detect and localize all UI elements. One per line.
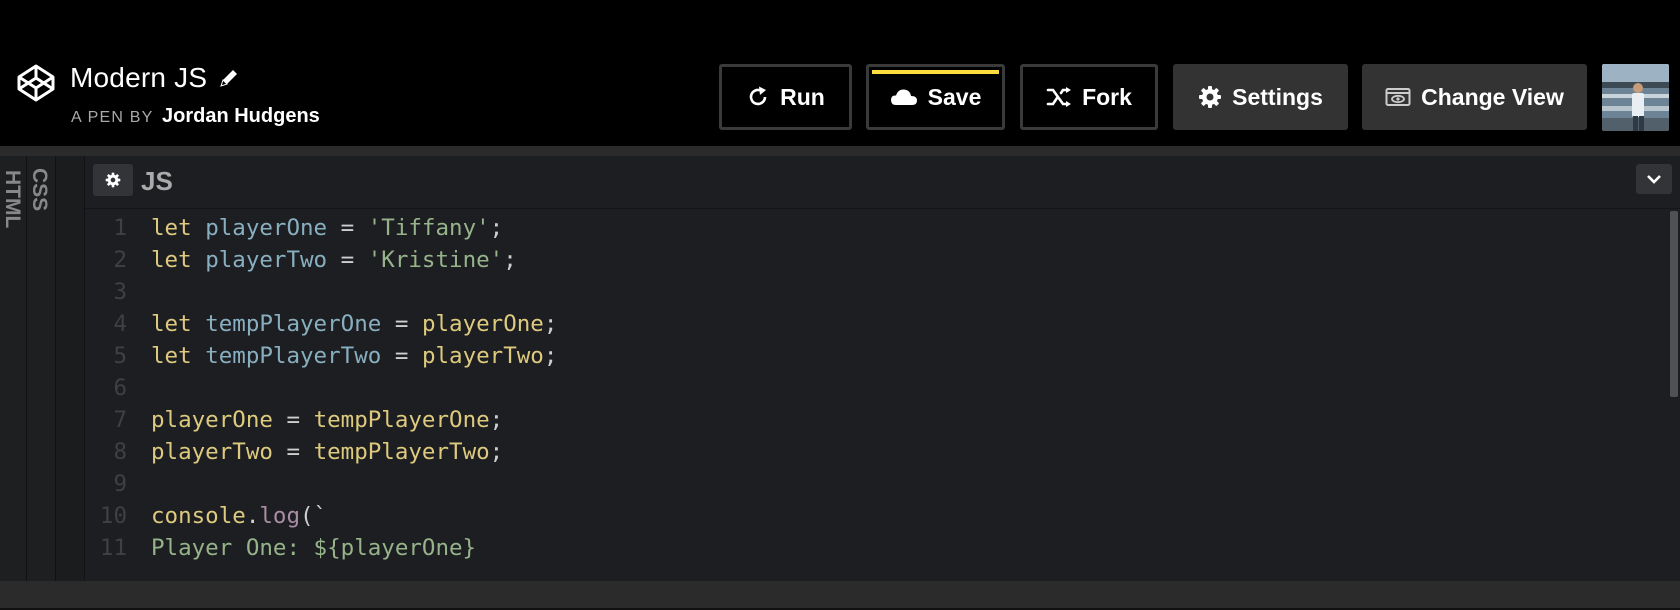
code-token: = <box>327 215 368 241</box>
cloud-icon <box>890 89 917 105</box>
code-token: ; <box>489 439 504 465</box>
line-number: 1 <box>113 215 127 241</box>
chevron-down-icon <box>1647 175 1661 184</box>
fork-button[interactable]: Fork <box>1020 64 1158 130</box>
code-token: ; <box>543 311 558 337</box>
code-token: let <box>151 311 192 337</box>
code-token: playerTwo <box>205 247 328 273</box>
code-token: log <box>259 503 301 529</box>
html-panel-label[interactable]: HTML <box>0 170 24 228</box>
header: Modern JS A PEN BY Jordan Hudgens Run Sa… <box>0 0 1680 146</box>
code-token: tempPlayerOne <box>205 311 382 337</box>
author-link[interactable]: Jordan Hudgens <box>162 105 320 127</box>
pencil-icon[interactable] <box>217 66 241 90</box>
settings-label: Settings <box>1232 83 1323 110</box>
code-token: tempPlayerTwo <box>313 439 490 465</box>
line-number: 11 <box>99 535 127 561</box>
js-panel-options-button[interactable] <box>1636 164 1672 194</box>
scrollbar-thumb[interactable] <box>1670 211 1678 397</box>
code-token: = <box>381 311 422 337</box>
avatar[interactable] <box>1602 64 1669 131</box>
line-number: 10 <box>99 503 127 529</box>
code-line[interactable]: 4 let tempPlayerOne = playerOne; <box>85 307 557 341</box>
pen-title-row: Modern JS <box>70 62 241 94</box>
line-number: 9 <box>113 471 127 497</box>
line-number: 4 <box>113 311 127 337</box>
code-token: let <box>151 215 192 241</box>
fork-label: Fork <box>1082 83 1132 110</box>
line-number: 8 <box>113 439 127 465</box>
eye-icon <box>1385 88 1411 106</box>
code-token: playerOne <box>421 311 544 337</box>
code-token: playerOne <box>151 407 273 433</box>
line-number: 3 <box>113 279 127 305</box>
codepen-logo-icon[interactable] <box>16 63 56 103</box>
code-line[interactable]: 8 playerTwo = tempPlayerTwo; <box>85 435 503 469</box>
line-number: 2 <box>113 247 127 273</box>
code-editor[interactable]: 1 let playerOne = 'Tiffany'; 2 let playerTw… <box>85 209 1680 581</box>
save-button[interactable]: Save <box>866 64 1005 130</box>
code-line[interactable]: 3 <box>85 275 151 309</box>
code-token: = <box>381 343 422 369</box>
code-token: tempPlayerTwo <box>205 343 382 369</box>
header-divider <box>0 146 1680 156</box>
css-panel-label[interactable]: CSS <box>27 168 51 211</box>
code-line[interactable]: 11 Player One: ${playerOne} <box>85 531 476 565</box>
fork-icon <box>1046 87 1072 107</box>
code-token: . <box>245 503 260 529</box>
code-line[interactable]: 9 <box>85 467 151 501</box>
js-editor-header: JS <box>85 156 1680 209</box>
code-line[interactable]: 5 let tempPlayerTwo = playerTwo; <box>85 339 557 373</box>
pen-title[interactable]: Modern JS <box>70 62 207 94</box>
gear-icon <box>105 172 121 188</box>
change-view-button[interactable]: Change View <box>1362 64 1587 130</box>
code-line[interactable]: 6 <box>85 371 151 405</box>
css-panel-collapsed[interactable] <box>27 156 56 581</box>
code-token: playerTwo <box>421 343 544 369</box>
code-token: playerTwo <box>151 439 273 465</box>
code-token: let <box>151 343 192 369</box>
code-line[interactable]: 10 console. log (` <box>85 499 327 533</box>
code-token: ; <box>543 343 558 369</box>
code-token: = <box>272 407 314 433</box>
resize-gutter[interactable] <box>56 156 85 581</box>
change-view-label: Change View <box>1421 83 1564 110</box>
refresh-icon <box>749 86 767 106</box>
code-line[interactable]: 1 let playerOne = 'Tiffany'; <box>85 211 503 245</box>
code-line[interactable]: 2 let playerTwo = 'Kristine'; <box>85 243 517 277</box>
code-line[interactable]: 7 playerOne = tempPlayerOne; <box>85 403 503 437</box>
save-label: Save <box>927 83 982 110</box>
save-accent-bar <box>872 70 999 74</box>
js-settings-button[interactable] <box>93 164 133 196</box>
line-number: 7 <box>113 407 127 433</box>
code-token: playerOne <box>205 215 328 241</box>
code-token: ; <box>489 407 504 433</box>
settings-button[interactable]: Settings <box>1173 64 1348 130</box>
gear-icon <box>1199 86 1222 108</box>
code-token: console <box>151 503 246 529</box>
console-bar[interactable] <box>0 581 1680 608</box>
code-token: Player One: ${playerOne} <box>151 535 477 561</box>
line-number: 5 <box>113 343 127 369</box>
line-number: 6 <box>113 375 127 401</box>
run-button[interactable]: Run <box>719 64 852 130</box>
code-token: = <box>272 439 314 465</box>
code-token: 'Tiffany' <box>367 215 490 241</box>
editor-scrollbar[interactable] <box>1668 209 1680 581</box>
code-token: tempPlayerOne <box>313 407 490 433</box>
byline: A PEN BY Jordan Hudgens <box>71 105 320 128</box>
code-token: ; <box>489 215 504 241</box>
code-token: = <box>327 247 368 273</box>
run-label: Run <box>780 83 825 110</box>
code-token: 'Kristine' <box>367 247 504 273</box>
code-token: let <box>151 247 192 273</box>
js-panel-title: JS <box>141 166 173 196</box>
code-token: (` <box>300 503 328 529</box>
code-token: ; <box>503 247 517 273</box>
by-prefix: A PEN BY <box>71 109 154 126</box>
